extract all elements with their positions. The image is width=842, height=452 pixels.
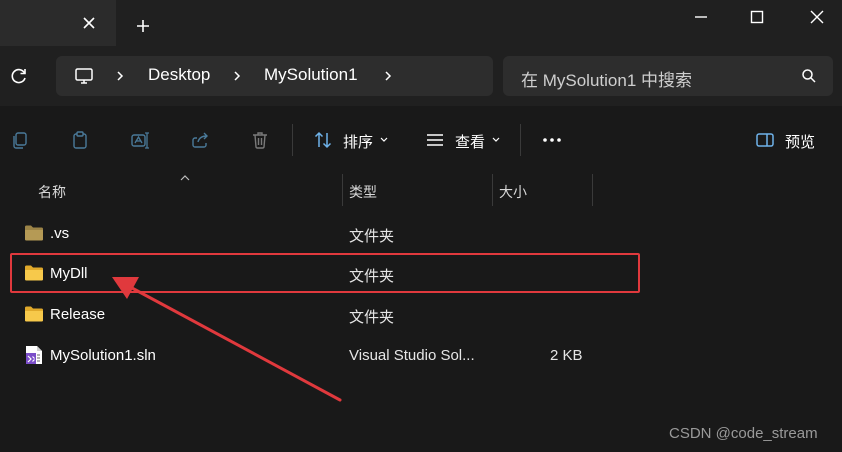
- paste-icon[interactable]: [70, 130, 90, 150]
- file-name[interactable]: Release: [50, 306, 105, 323]
- file-type: 文件夹: [349, 228, 395, 245]
- column-name-label[interactable]: 名称: [38, 182, 66, 202]
- more-icon[interactable]: [542, 130, 562, 150]
- breadcrumb-desktop[interactable]: Desktop: [148, 65, 210, 85]
- watermark: CSDN @code_stream: [669, 425, 818, 442]
- search-icon[interactable]: [801, 68, 817, 84]
- rename-icon[interactable]: [130, 130, 150, 150]
- list-item[interactable]: Release 文件夹: [10, 296, 640, 334]
- command-bar: 排序 查看 预览: [0, 106, 842, 172]
- window-close-icon[interactable]: [808, 8, 826, 26]
- delete-icon[interactable]: [250, 130, 270, 150]
- breadcrumb-mysolution1[interactable]: MySolution1: [264, 65, 358, 85]
- file-name[interactable]: MySolution1.sln: [50, 347, 156, 364]
- close-icon[interactable]: [80, 14, 98, 32]
- sort-icon[interactable]: [313, 130, 333, 150]
- visual-studio-solution-icon: [26, 346, 42, 364]
- chevron-down-icon[interactable]: [380, 137, 388, 143]
- chevron-down-icon[interactable]: [492, 137, 500, 143]
- folder-icon: [25, 306, 43, 322]
- preview-label[interactable]: 预览: [785, 131, 815, 152]
- list-item[interactable]: MySolution1.sln Visual Studio Sol... 2 K…: [10, 337, 640, 375]
- address-bar[interactable]: Desktop MySolution1: [56, 56, 493, 96]
- maximize-icon[interactable]: [748, 8, 766, 26]
- chevron-right-icon[interactable]: [232, 71, 242, 81]
- search-placeholder[interactable]: 在 MySolution1 中搜索: [521, 66, 692, 91]
- chevron-right-icon[interactable]: [115, 71, 125, 81]
- file-name[interactable]: .vs: [50, 225, 69, 242]
- plus-icon[interactable]: [134, 17, 152, 35]
- column-size-label[interactable]: 大小: [499, 182, 527, 202]
- file-size: 2 KB: [550, 347, 583, 364]
- explorer-tab[interactable]: [0, 0, 116, 46]
- list-item[interactable]: .vs 文件夹: [10, 215, 640, 253]
- search-box[interactable]: 在 MySolution1 中搜索: [503, 56, 833, 96]
- column-header-size[interactable]: 大小: [492, 172, 592, 206]
- preview-pane-icon[interactable]: [755, 130, 775, 150]
- view-icon[interactable]: [425, 130, 445, 150]
- copy-icon[interactable]: [10, 130, 30, 150]
- computer-icon[interactable]: [74, 67, 94, 85]
- file-list: 名称 类型 大小 .vs 文件夹 MyDll 文件夹 Release 文件夹 M…: [0, 172, 842, 452]
- refresh-icon[interactable]: [9, 66, 29, 86]
- file-type: Visual Studio Sol...: [349, 347, 475, 364]
- sort-ascending-icon: [180, 175, 190, 181]
- minimize-icon[interactable]: [692, 8, 710, 26]
- column-type-label[interactable]: 类型: [349, 182, 377, 202]
- folder-dim-icon: [25, 225, 43, 241]
- column-header-name[interactable]: 名称: [0, 172, 342, 206]
- column-divider[interactable]: [592, 174, 593, 206]
- title-bar: [0, 0, 842, 46]
- sort-label[interactable]: 排序: [343, 131, 373, 152]
- toolbar-divider: [292, 124, 293, 156]
- file-type: 文件夹: [349, 309, 395, 326]
- highlight-box: [10, 253, 640, 293]
- chevron-right-icon[interactable]: [383, 71, 393, 81]
- share-icon[interactable]: [190, 130, 210, 150]
- toolbar-divider: [520, 124, 521, 156]
- navigation-bar: Desktop MySolution1 在 MySolution1 中搜索: [0, 46, 842, 106]
- view-label[interactable]: 查看: [455, 131, 485, 152]
- column-header-type[interactable]: 类型: [342, 172, 492, 206]
